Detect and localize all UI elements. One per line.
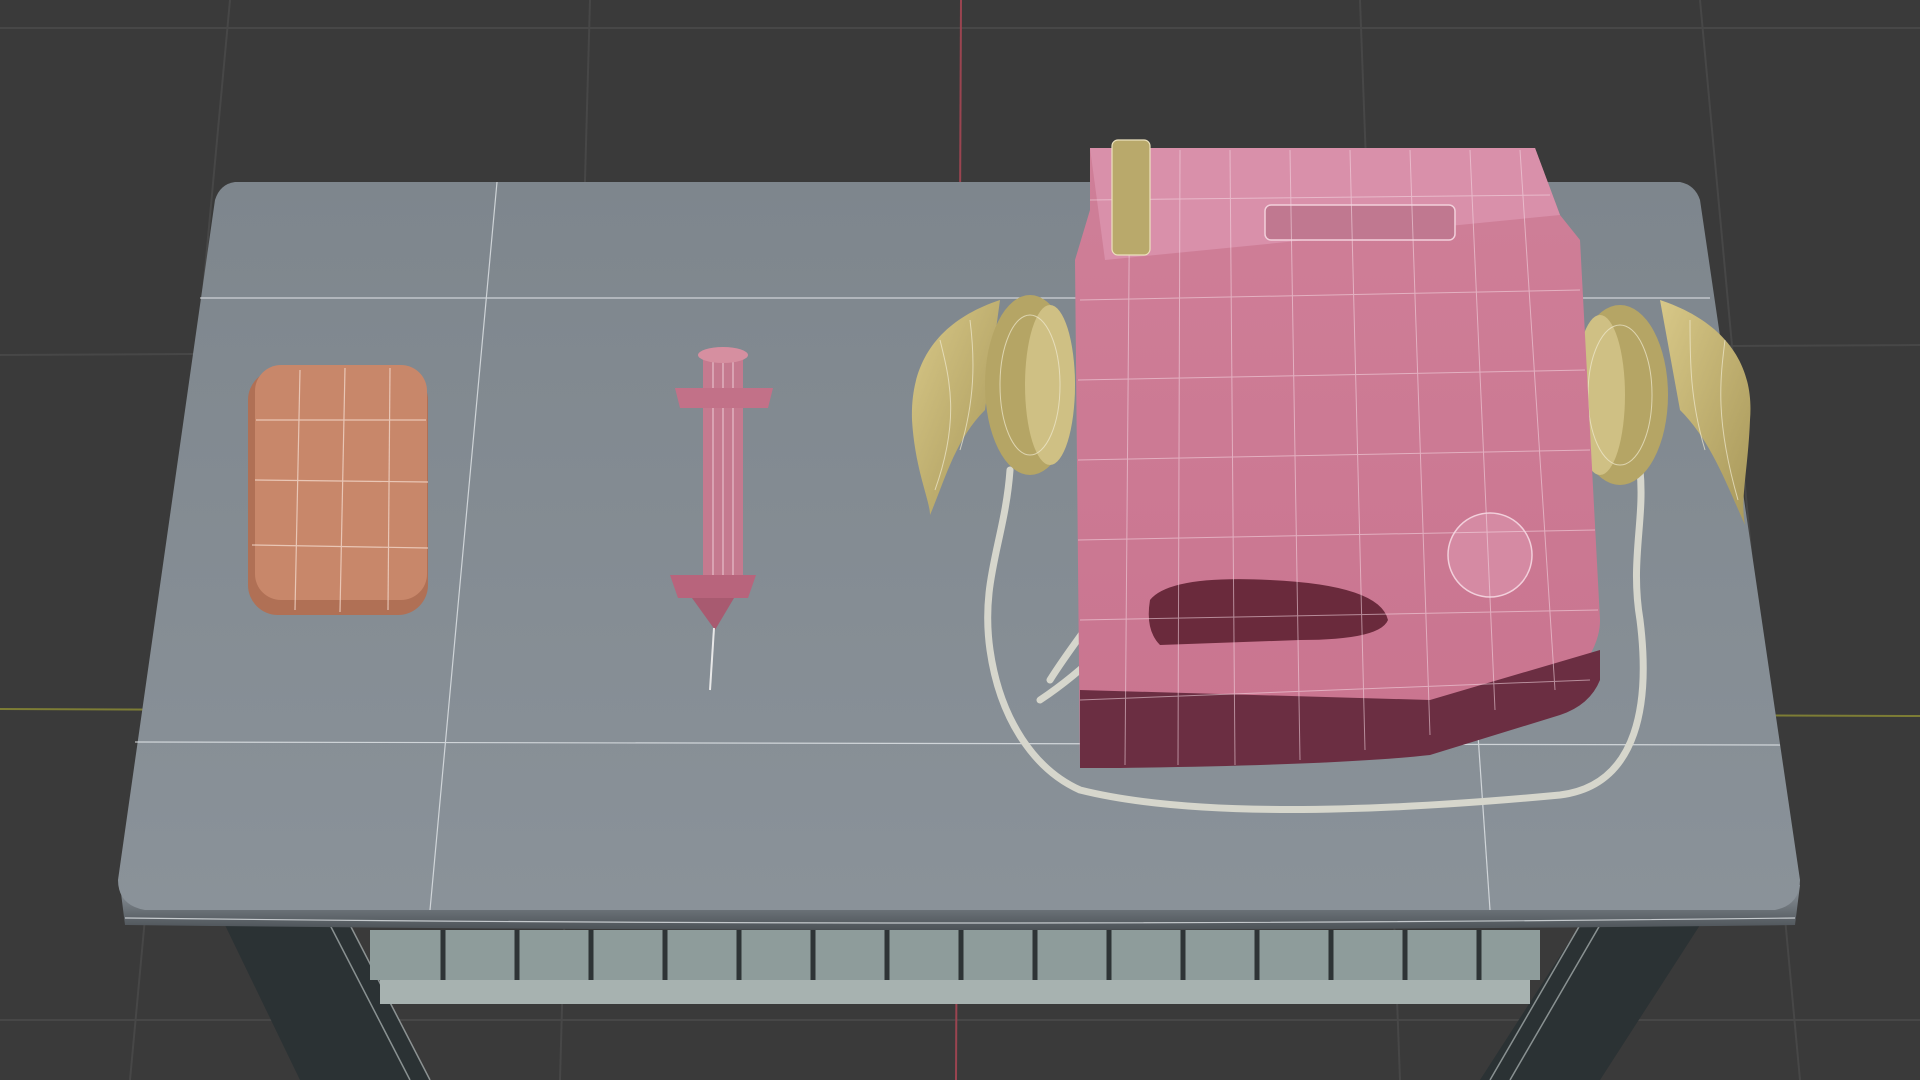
soap-bar[interactable] [248, 365, 429, 615]
viewport-canvas[interactable] [0, 0, 1920, 1080]
cable-connector[interactable] [1111, 139, 1151, 256]
table-drawer-slats[interactable] [370, 930, 1540, 1004]
3d-viewport[interactable] [0, 0, 1920, 1080]
defibrillator-case[interactable] [1075, 139, 1600, 768]
case-knob[interactable] [1447, 512, 1533, 598]
case-handle-recess [1264, 204, 1456, 241]
